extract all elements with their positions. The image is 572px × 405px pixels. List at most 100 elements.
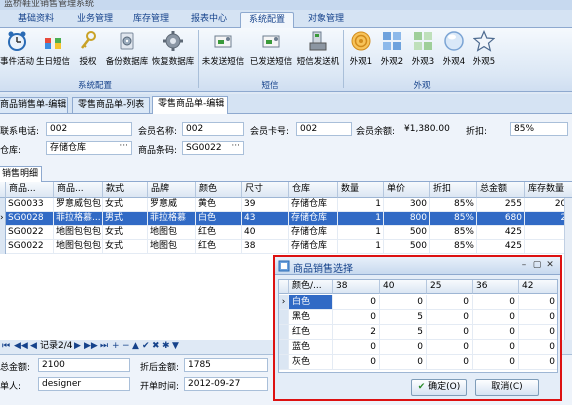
authorize-button[interactable]: 授权	[74, 30, 102, 72]
grid-column-header[interactable]: 颜色	[196, 182, 242, 198]
creator-field[interactable]: designer	[38, 377, 130, 391]
edit-record-icon[interactable]: ▲	[132, 340, 139, 353]
row-indicator[interactable]: ›	[279, 295, 289, 310]
table-row[interactable]: SG0033罗意威包包女式罗意威黄色39存储仓库130085%255206	[0, 198, 572, 212]
grid-column-header[interactable]: 总金额	[477, 182, 525, 198]
table-cell[interactable]: SG0033	[6, 198, 54, 212]
table-cell[interactable]: 地图包	[148, 226, 196, 240]
tab-basic-data[interactable]: 基础资料	[8, 12, 64, 28]
table-cell[interactable]: 5	[380, 325, 427, 340]
table-cell[interactable]: 0	[427, 325, 473, 340]
table-cell[interactable]: 85%	[430, 240, 477, 254]
table-row[interactable]: SG0022地图包包包女式地图包红色40存储仓库150085%4255	[0, 226, 572, 240]
table-cell[interactable]: 女式	[103, 240, 148, 254]
grid-column-header[interactable]: 款式	[103, 182, 148, 198]
next-record-icon[interactable]: ▶	[74, 340, 81, 353]
discounted-amount-field[interactable]: 1785	[184, 358, 268, 372]
dialog-column-header[interactable]: 颜色/...	[289, 280, 333, 294]
grid-column-header[interactable]: 尺寸	[242, 182, 289, 198]
doctab-retail-edit[interactable]: 零售商品单-编辑	[152, 96, 228, 114]
table-cell[interactable]: 0	[380, 295, 427, 310]
table-cell[interactable]: 39	[242, 198, 289, 212]
table-cell[interactable]: 菲拉格慕...	[54, 212, 103, 226]
table-cell[interactable]: 38	[242, 240, 289, 254]
bookmark-icon[interactable]: ✱	[162, 340, 170, 353]
dialog-column-header[interactable]: 40	[380, 280, 427, 294]
ellipsis-button-icon[interactable]: ···	[119, 142, 128, 152]
table-cell[interactable]: 5	[380, 310, 427, 325]
table-cell[interactable]: 男式	[103, 212, 148, 226]
table-cell[interactable]: 蓝色	[289, 340, 333, 355]
table-cell[interactable]: 0	[427, 295, 473, 310]
table-cell[interactable]: 存储仓库	[289, 226, 338, 240]
table-cell[interactable]: 0	[473, 340, 519, 355]
order-date-field[interactable]: 2012-09-27	[184, 377, 268, 391]
delete-record-icon[interactable]: −	[122, 340, 130, 353]
table-cell[interactable]: 680	[477, 212, 525, 226]
row-indicator[interactable]	[279, 355, 289, 370]
filter-icon[interactable]: ▼	[172, 340, 179, 353]
table-cell[interactable]: 0	[473, 355, 519, 370]
table-cell[interactable]: 白色	[289, 295, 333, 310]
table-cell[interactable]: 地图包包包	[54, 240, 103, 254]
table-cell[interactable]: 女式	[103, 198, 148, 212]
tab-sales-detail[interactable]: 销售明细	[0, 166, 42, 182]
theme-5-button[interactable]: 外观5	[469, 30, 499, 72]
table-cell[interactable]: 85%	[430, 226, 477, 240]
grid-column-header[interactable]: 商品...	[6, 182, 54, 198]
cancel-edit-icon[interactable]: ✖	[152, 340, 160, 353]
tab-object-mgmt[interactable]: 对象管理	[300, 12, 352, 28]
table-cell[interactable]: 0	[333, 340, 380, 355]
table-cell[interactable]: 白色	[196, 212, 242, 226]
table-cell[interactable]: 500	[384, 226, 430, 240]
table-cell[interactable]: 1	[338, 198, 384, 212]
cancel-button[interactable]: 取消(C)	[475, 379, 539, 396]
table-row[interactable]: 灰色 0 0 0 0 0	[279, 355, 557, 370]
theme-1-button[interactable]: 外观1	[346, 30, 376, 72]
theme-3-button[interactable]: 外观3	[408, 30, 438, 72]
member-name-field[interactable]: 002	[182, 122, 244, 136]
table-cell[interactable]: 存储仓库	[289, 212, 338, 226]
backup-database-button[interactable]: 备份数据库	[104, 30, 150, 72]
table-row[interactable]: 蓝色 0 0 0 0 0	[279, 340, 557, 355]
table-row[interactable]: 红色 2 5 0 0 0	[279, 325, 557, 340]
row-indicator[interactable]	[279, 340, 289, 355]
table-cell[interactable]: 0	[473, 325, 519, 340]
grid-column-header[interactable]: 库存数量	[525, 182, 572, 198]
grid-column-header[interactable]: 折扣	[430, 182, 477, 198]
warehouse-select[interactable]: 存储仓库 ···	[46, 141, 132, 155]
table-cell[interactable]: 0	[473, 310, 519, 325]
restore-database-button[interactable]: 恢复数据库	[150, 30, 196, 72]
dialog-column-header[interactable]: 38	[333, 280, 380, 294]
ellipsis-button-icon[interactable]: ···	[231, 142, 240, 152]
table-cell[interactable]: 地图包包包	[54, 226, 103, 240]
table-cell[interactable]: 地图包	[148, 240, 196, 254]
table-cell[interactable]: 0	[333, 295, 380, 310]
table-cell[interactable]: 425	[477, 240, 525, 254]
next-page-icon[interactable]: ▶▶	[84, 340, 98, 353]
total-amount-field[interactable]: 2100	[38, 358, 130, 372]
minimize-icon[interactable]: –	[518, 259, 530, 271]
row-indicator[interactable]	[279, 325, 289, 340]
table-cell[interactable]: 黑色	[289, 310, 333, 325]
table-cell[interactable]: 0	[427, 310, 473, 325]
table-cell[interactable]: 红色	[196, 240, 242, 254]
dialog-column-header[interactable]: 25	[427, 280, 473, 294]
doctab-retail-list[interactable]: 零售商品单-列表	[72, 97, 150, 113]
table-cell[interactable]: 1	[338, 212, 384, 226]
ok-button[interactable]: ✔ 确定(O)	[411, 379, 467, 396]
prev-record-icon[interactable]: ◀	[30, 340, 37, 353]
table-cell[interactable]: 0	[519, 295, 557, 310]
table-row[interactable]: ›SG0028菲拉格慕...男式菲拉格慕白色43存储仓库180085%68020	[0, 212, 572, 226]
phone-field[interactable]: 002	[46, 122, 132, 136]
table-cell[interactable]: 0	[427, 355, 473, 370]
barcode-field[interactable]: SG0022 ···	[182, 141, 244, 155]
theme-4-button[interactable]: 外观4	[439, 30, 469, 72]
save-record-icon[interactable]: ✔	[142, 340, 150, 353]
table-cell[interactable]: 0	[519, 325, 557, 340]
last-record-icon[interactable]: ⏭	[100, 340, 108, 353]
table-cell[interactable]: 0	[519, 340, 557, 355]
row-indicator[interactable]	[279, 310, 289, 325]
table-cell[interactable]: 1	[338, 240, 384, 254]
sms-machine-button[interactable]: 短信发送机	[296, 30, 340, 72]
